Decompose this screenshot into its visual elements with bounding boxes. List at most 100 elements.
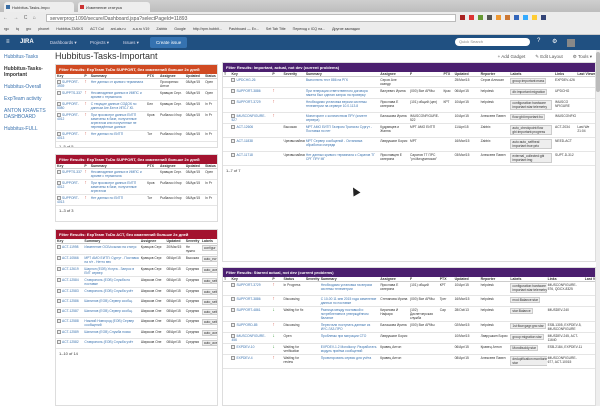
table-row[interactable]: ACT-12584 Ставрополь (ЕОВ) Служба по пост…	[56, 276, 217, 288]
browser-tab[interactable]: Изменение статуса	[78, 2, 150, 12]
help-icon[interactable]: ?	[537, 38, 540, 44]
issue-key-link[interactable]: ACT-12606	[236, 125, 253, 129]
extension-icon[interactable]	[532, 15, 537, 20]
issue-summary-link[interactable]: МРТ Сервер сообщений - Остановка обработ…	[306, 139, 363, 147]
create-issue-button[interactable]: Create issue	[150, 37, 188, 48]
column-header[interactable]: Severity	[304, 277, 320, 282]
column-header[interactable]: Last Viewed	[583, 277, 595, 282]
issue-summary-link[interactable]: При просмотре данных ЕИТП замечены в баз…	[91, 181, 137, 193]
table-row[interactable]: ACT-12619 Шарлон (ЕОВ) Услуга - Запрос в …	[56, 265, 217, 277]
extension-icon[interactable]	[469, 15, 474, 20]
issue-summary-link[interactable]: Несовпадение данных в ИМПС и архиве с те…	[91, 91, 142, 99]
issue-key-link[interactable]: ACT-11998	[62, 245, 78, 249]
issue-key-link[interactable]: SUPPORT-4861	[236, 308, 260, 312]
bookmark-item[interactable]: tq	[16, 27, 19, 31]
issue-summary-link[interactable]: МРТ АМО ЕИТП Газпром Трансгаз Сургут - П…	[306, 125, 372, 133]
issue-key-link[interactable]: ACT-12586	[62, 299, 79, 303]
column-header[interactable]: Last Viewed	[576, 72, 595, 77]
issue-key-link[interactable]: SUPPTS-337	[62, 91, 82, 95]
table-row[interactable]: IMUSCONFIGURE-456 ↓ Open Проблемы при мигра…	[223, 332, 595, 344]
issue-summary-link[interactable]: С 10-00 11 янв 2015 года изменение данны…	[321, 297, 377, 305]
issues-menu[interactable]: Issues ▾	[123, 40, 139, 46]
extension-icon[interactable]	[514, 15, 519, 20]
sidebar-item[interactable]: Hubbitus-Tasks-Important	[4, 66, 52, 78]
issue-summary-link[interactable]: Выполнить тест 886 на РГК	[306, 78, 348, 82]
issue-summary-link[interactable]: Изменение ОСБ/ссылки на статус	[84, 245, 136, 249]
bookmark-item[interactable]: ACT Cal	[90, 27, 104, 31]
issue-summary-link[interactable]: Шипилов (ЕОВ) Сервер сообщ.	[84, 309, 132, 313]
browser-tab[interactable]: Hubbitus-Tasks-Impo	[4, 2, 74, 12]
table-row[interactable]: SUPPORT-4861 ↓ Waiting for fix Разница межд…	[223, 306, 595, 322]
issue-key-link[interactable]: ACT-12582	[62, 340, 79, 344]
issue-summary-link[interactable]: Необходимо установка на версии системы т…	[321, 283, 373, 291]
jira-logo[interactable]: JIRA	[20, 39, 34, 45]
sidebar-item[interactable]: ExpTeam activity	[4, 96, 52, 102]
table-row[interactable]: SUPPTS-337 ↑ Несовпадение данных в ИМПС и …	[56, 89, 217, 101]
issue-summary-link[interactable]: Необходимо установка версии системы теле…	[306, 100, 367, 108]
issue-key-link[interactable]: SUPPORD-85	[236, 323, 257, 327]
quick-search-input[interactable]: Quick Search	[455, 38, 530, 46]
issue-summary-link[interactable]: МРТ АМО ЕИТП: Сургут - Поставка на н/т -…	[84, 256, 138, 264]
issue-summary-link[interactable]: Нет данных от кривого терминала	[91, 80, 143, 84]
gadget-header[interactable]: Filter Results: Important, actual, not d…	[223, 63, 595, 72]
issue-key-link[interactable]: SUPPORT-3886	[236, 297, 260, 301]
issue-summary-link[interactable]: Шипилов (ЕОВ) Служба поиск	[84, 330, 130, 334]
issue-summary-link[interactable]: При просмотре данных ЕИТП замечены в баз…	[91, 113, 137, 129]
issue-summary-link[interactable]: Перестали поступать данные из ИУС-ГАЗ-ПР…	[321, 323, 371, 331]
tools-menu[interactable]: ⚙ Tools ▾	[573, 54, 592, 60]
gadget-header[interactable]: Filter Results: Starred actual, not dev …	[223, 268, 595, 277]
issue-key-link[interactable]: ACT-12619	[62, 267, 79, 271]
column-header[interactable]: Status	[204, 164, 217, 169]
issue-key-link[interactable]: ACT-12583	[62, 289, 79, 293]
issue-summary-link[interactable]: Нет данных по ЕИТП	[91, 132, 123, 136]
table-row[interactable]: ACT-12587 Шипилов (ЕОВ) Сервер сообщ. Широ…	[56, 307, 217, 318]
issue-key-link[interactable]: ACT-10566	[62, 256, 79, 260]
sidebar-item[interactable]: Hubbitus-FULL	[4, 126, 52, 132]
issue-key-link[interactable]: ACT-11718	[236, 153, 252, 157]
bookmark-item[interactable]: Другие закладки	[332, 27, 360, 31]
extension-icon[interactable]	[478, 15, 483, 20]
issue-summary-link[interactable]: Нет данных кривого терминала с Саратов Т…	[306, 153, 375, 161]
table-row[interactable]: SUPPTS-337 ↑ Несовпадение данных в ИМПС и …	[56, 168, 217, 180]
issue-summary-link[interactable]: EXPDEV-1.2 Mondkoxy: Разработать модуль …	[321, 345, 377, 353]
table-row[interactable]: SUPPORT-4012 ↑ При просмотре данных ЕИТП з…	[56, 111, 217, 131]
extension-icon[interactable]	[541, 15, 546, 20]
bookmark-item[interactable]: Set Tab Title	[266, 27, 286, 31]
table-row[interactable]: ACT-12589 Шипилов (ЕОВ) Служба поиск Широк…	[56, 328, 217, 339]
sidebar-item[interactable]: Hubbitus-Tasks	[4, 54, 52, 60]
table-row[interactable]: SUPPORT-5080 ↑ С текущие данные СОДОК по д…	[56, 100, 217, 112]
scrollbar-thumb[interactable]	[596, 52, 600, 92]
table-row[interactable]: SUPPORD-85 ↑ Discussing Перестали поступать…	[223, 321, 595, 333]
table-row[interactable]: ACT-11838 Чрезвычайная МРТ Сервер сообщени…	[223, 137, 595, 152]
bookmark-item[interactable]: rgc	[4, 27, 9, 31]
gadget-header[interactable]: Filter Results: ExpTeam ToDo ACT, без из…	[56, 230, 217, 239]
issue-key-link[interactable]: EXPDEV-10	[236, 345, 254, 349]
issue-summary-link[interactable]: С текущие данные СОДОК по данным Are.Бел…	[91, 102, 137, 110]
issue-key-link[interactable]: SUPPTS-337	[62, 170, 82, 174]
gadget-header[interactable]: Filter Results: ExpTeam ToDo SUPPORT, бе…	[56, 65, 217, 74]
table-row[interactable]: SUPPORT-3729 ↑ In Progress Необходимо устан…	[223, 281, 595, 296]
issue-summary-link[interactable]: Разница между поставкой и потреблением в…	[321, 308, 369, 320]
table-row[interactable]: SUPPORT-4013 ↑ Нет данных по ЕИТП Тот Рыбалк…	[56, 130, 217, 142]
edit-layout-button[interactable]: ✎ Edit Layout	[535, 54, 563, 60]
table-row[interactable]: ACT-12606 Высокая МРТ АМО ЕИТП Газпром Тра…	[223, 123, 595, 138]
bookmark-item[interactable]: Переход с ICQ на...	[293, 27, 325, 31]
projects-menu[interactable]: Projects ▾	[90, 40, 109, 46]
issue-summary-link[interactable]: Нижний Новгород (ЕОВ) Сервер сообщений	[84, 319, 134, 327]
table-row[interactable]: SUPPORT-3939 ↑ Нет данных от кривого терми…	[56, 78, 217, 90]
bookmark-item[interactable]: Hubbitus-TASKS	[56, 27, 83, 31]
avatar[interactable]	[567, 39, 575, 47]
extension-icon[interactable]	[496, 15, 501, 20]
url-input[interactable]: serverprog:1090/secure/Dashboard.jspa?se…	[46, 14, 456, 22]
extension-icon[interactable]	[523, 15, 528, 20]
gadget-header[interactable]: Filter Results: ExpTeam ToDo SUPPORT, бе…	[56, 155, 217, 164]
dashboards-menu[interactable]: Dashboards ▾	[50, 40, 77, 46]
table-row[interactable]: IMUSCONFIGURE-527 ↑ Мониторинг с количеств…	[223, 112, 595, 124]
issue-summary-link[interactable]: Ставрополь (ЕОВ) Служба учёт	[84, 289, 133, 293]
extension-icon[interactable]	[460, 15, 465, 20]
issue-summary-link[interactable]: Несовпадение данных в ИМПС и архиве с те…	[91, 170, 142, 178]
table-row[interactable]: EXPDEV-4 ↑ Waiting for review Проектировать…	[223, 354, 595, 369]
issue-key-link[interactable]: IMUSCONFIGURE-527	[231, 114, 265, 122]
issue-key-link[interactable]: ACT-12589	[62, 330, 79, 334]
issue-key-link[interactable]: ACT-12587	[62, 309, 79, 313]
